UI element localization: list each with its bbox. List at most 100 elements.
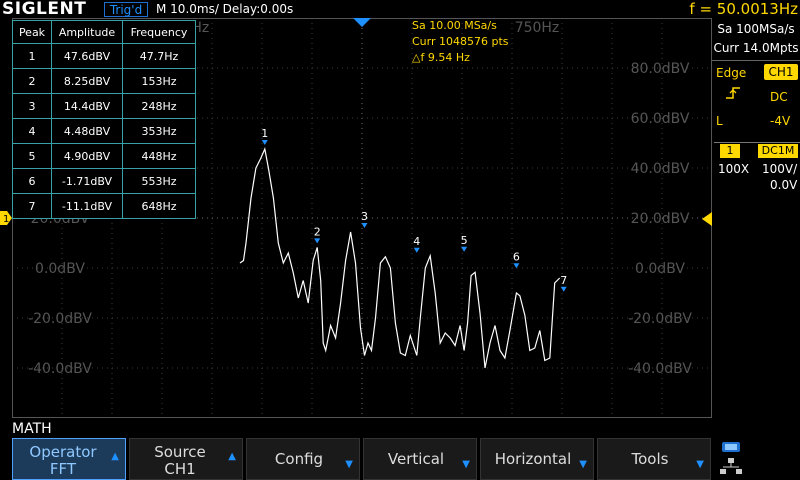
network-lan-icon [720,442,742,474]
peak-marker [413,247,420,253]
peak-amplitude: 14.4dBV [51,93,123,119]
softkey-label: Config [274,450,324,468]
menu-title: MATH [12,421,52,437]
table-row: 3 14.4dBV 248Hz [12,93,196,119]
table-row: 1 47.6dBV 47.7Hz [12,43,196,69]
brand-logo: SIGLENT [2,0,87,19]
svg-text:1: 1 [3,214,9,225]
fft-points: Curr 1048576 pts [412,35,509,48]
table-row: 2 8.25dBV 153Hz [12,68,196,94]
tools-softkey[interactable]: Tools ▼ [597,438,711,480]
source-softkey[interactable]: Source CH1 ▲ [129,438,243,480]
config-softkey[interactable]: Config ▼ [246,438,360,480]
softkey-value: CH1 [164,460,196,478]
peak-label: 3 [361,210,368,223]
trigger-source-badge[interactable]: CH1 [764,64,798,80]
table-row: 5 4.90dBV 448Hz [12,143,196,169]
peak-amplitude: 4.90dBV [51,143,123,169]
up-arrow-icon: ▲ [111,451,119,462]
down-arrow-icon: ▼ [462,459,470,470]
softkey-label: Source [154,443,206,461]
trigger-coupling[interactable]: DC [770,90,788,104]
acq-memory-depth: Curr 14.0Mpts [713,41,799,55]
trigger-status-badge: Trig'd [104,2,148,17]
peak-frequency: 553Hz [122,168,196,194]
channel-probe: 100X [718,162,750,176]
channel-number-badge: 1 [720,144,740,158]
softkey-label: Operator [29,443,97,461]
trigger-type[interactable]: Edge [716,66,746,80]
peak-index: 5 [12,143,52,169]
table-row: 4 4.48dBV 353Hz [12,118,196,144]
peak-frequency: 448Hz [122,143,196,169]
peak-index: 6 [12,168,52,194]
channel-coupling-badge: DC1M [758,144,798,158]
db-label-right: 80.0dBV [631,61,690,77]
operator-softkey[interactable]: Operator FFT ▲ [12,438,126,480]
db-label-right: -40.0dBV [628,361,692,377]
peak-frequency: 47.7Hz [122,43,196,69]
softkey-label: Horizontal [494,450,572,468]
trigger-position-marker[interactable] [353,18,371,28]
db-label-right: 20.0dBV [631,211,690,227]
db-label-right: -20.0dBV [628,311,692,327]
down-arrow-icon: ▼ [345,459,353,470]
table-row: 6 -1.71dBV 553Hz [12,168,196,194]
peak-label: 6 [513,250,520,263]
acq-sample-rate: Sa 100MSa/s [717,22,795,36]
peak-frequency: 353Hz [122,118,196,144]
softkey-value: FFT [49,460,77,478]
softkey-label: Tools [631,450,669,468]
peak-index: 3 [12,93,52,119]
down-arrow-icon: ▼ [696,459,704,470]
peak-table-header: Peak Amplitude Frequency [12,20,196,44]
trigger-level-value[interactable]: -4V [770,114,790,128]
table-row: 7 -11.1dBV 648Hz [12,193,196,219]
db-label-right: 40.0dBV [631,161,690,177]
trigger-level-marker[interactable] [702,212,712,226]
peak-label: 4 [413,235,420,248]
divider [712,60,800,61]
frequency-col-header: Frequency [122,20,196,44]
db-label-left: -20.0dBV [28,311,92,327]
peak-col-header: Peak [12,20,52,44]
freq-tick-label: 750Hz [515,20,560,36]
peak-amplitude: -11.1dBV [51,193,123,219]
fft-sample-rate: Sa 10.00 MSa/s [412,19,497,32]
channel-scale: 100V/ [762,162,798,176]
amplitude-col-header: Amplitude [51,20,123,44]
peak-label: 2 [314,225,321,238]
peak-label: 5 [461,234,468,247]
channel-offset: 0.0V [770,178,798,192]
peak-marker [361,223,368,228]
fft-delta-f: △f 9.54 Hz [412,51,470,64]
db-label-left: 0.0dBV [35,261,85,277]
peak-marker [560,286,567,292]
peak-amplitude: -1.71dBV [51,168,123,194]
peak-amplitude: 8.25dBV [51,68,123,94]
peak-marker [261,140,268,145]
timebase-readout[interactable]: M 10.0ms/ Delay:0.00s [156,2,293,16]
peak-label: 1 [261,127,268,140]
softkey-label: Vertical [387,450,445,468]
peak-label: 7 [560,274,567,287]
trigger-level-label: L [716,114,723,128]
peak-marker [461,246,468,252]
peak-marker [513,263,520,269]
peak-frequency: 648Hz [122,193,196,219]
peak-amplitude: 47.6dBV [51,43,123,69]
db-label-right: 60.0dBV [631,111,690,127]
db-label-right: 0.0dBV [635,261,685,277]
peak-index: 4 [12,118,52,144]
peak-frequency: 248Hz [122,93,196,119]
peak-table: Peak Amplitude Frequency 1 47.6dBV 47.7Hz … [12,20,196,219]
peak-index: 1 [12,43,52,69]
peak-amplitude: 4.48dBV [51,118,123,144]
horizontal-softkey[interactable]: Horizontal ▼ [480,438,594,480]
db-label-left: -40.0dBV [28,361,92,377]
vertical-softkey[interactable]: Vertical ▼ [363,438,477,480]
channel-offset-marker[interactable]: 1 [0,211,12,225]
peak-frequency: 153Hz [122,68,196,94]
rising-edge-icon [726,87,740,99]
peak-index: 7 [12,193,52,219]
